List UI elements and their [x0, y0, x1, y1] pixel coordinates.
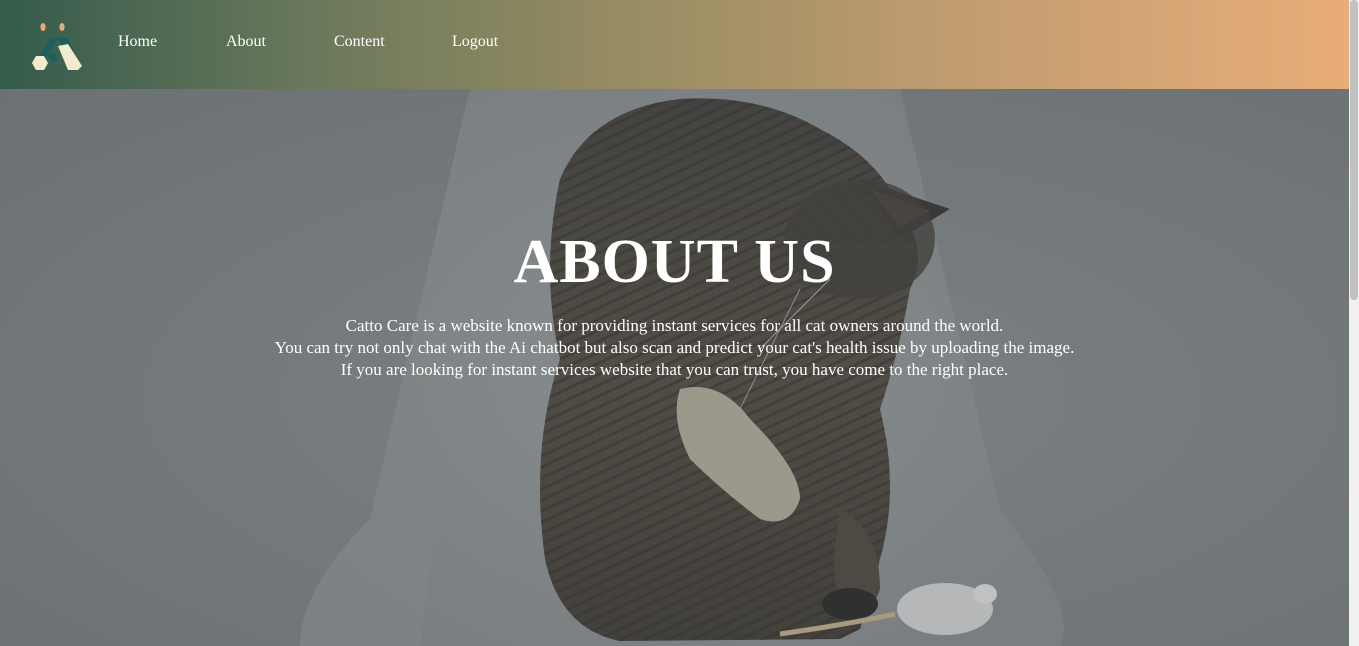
page-scrollbar[interactable] — [1349, 0, 1359, 646]
about-hero: ABOUT US Catto Care is a website known f… — [0, 89, 1349, 646]
about-line-3: If you are looking for instant services … — [340, 360, 1009, 379]
scrollbar-thumb[interactable] — [1350, 0, 1358, 300]
about-line-1: Catto Care is a website known for provid… — [345, 316, 1004, 335]
about-page: Home About Content Logout ABOUT US Catto… — [0, 0, 1359, 646]
nav-link-home[interactable]: Home — [118, 32, 157, 52]
nav-link-about[interactable]: About — [226, 32, 266, 52]
navbar: Home About Content Logout — [0, 0, 1349, 89]
nav-link-logout[interactable]: Logout — [452, 32, 498, 52]
nav-link-content[interactable]: Content — [334, 32, 385, 52]
about-line-2: You can try not only chat with the Ai ch… — [274, 338, 1075, 357]
logo-icon[interactable] — [28, 22, 86, 74]
page-title: ABOUT US — [513, 228, 836, 296]
about-description: Catto Care is a website known for provid… — [0, 315, 1349, 381]
